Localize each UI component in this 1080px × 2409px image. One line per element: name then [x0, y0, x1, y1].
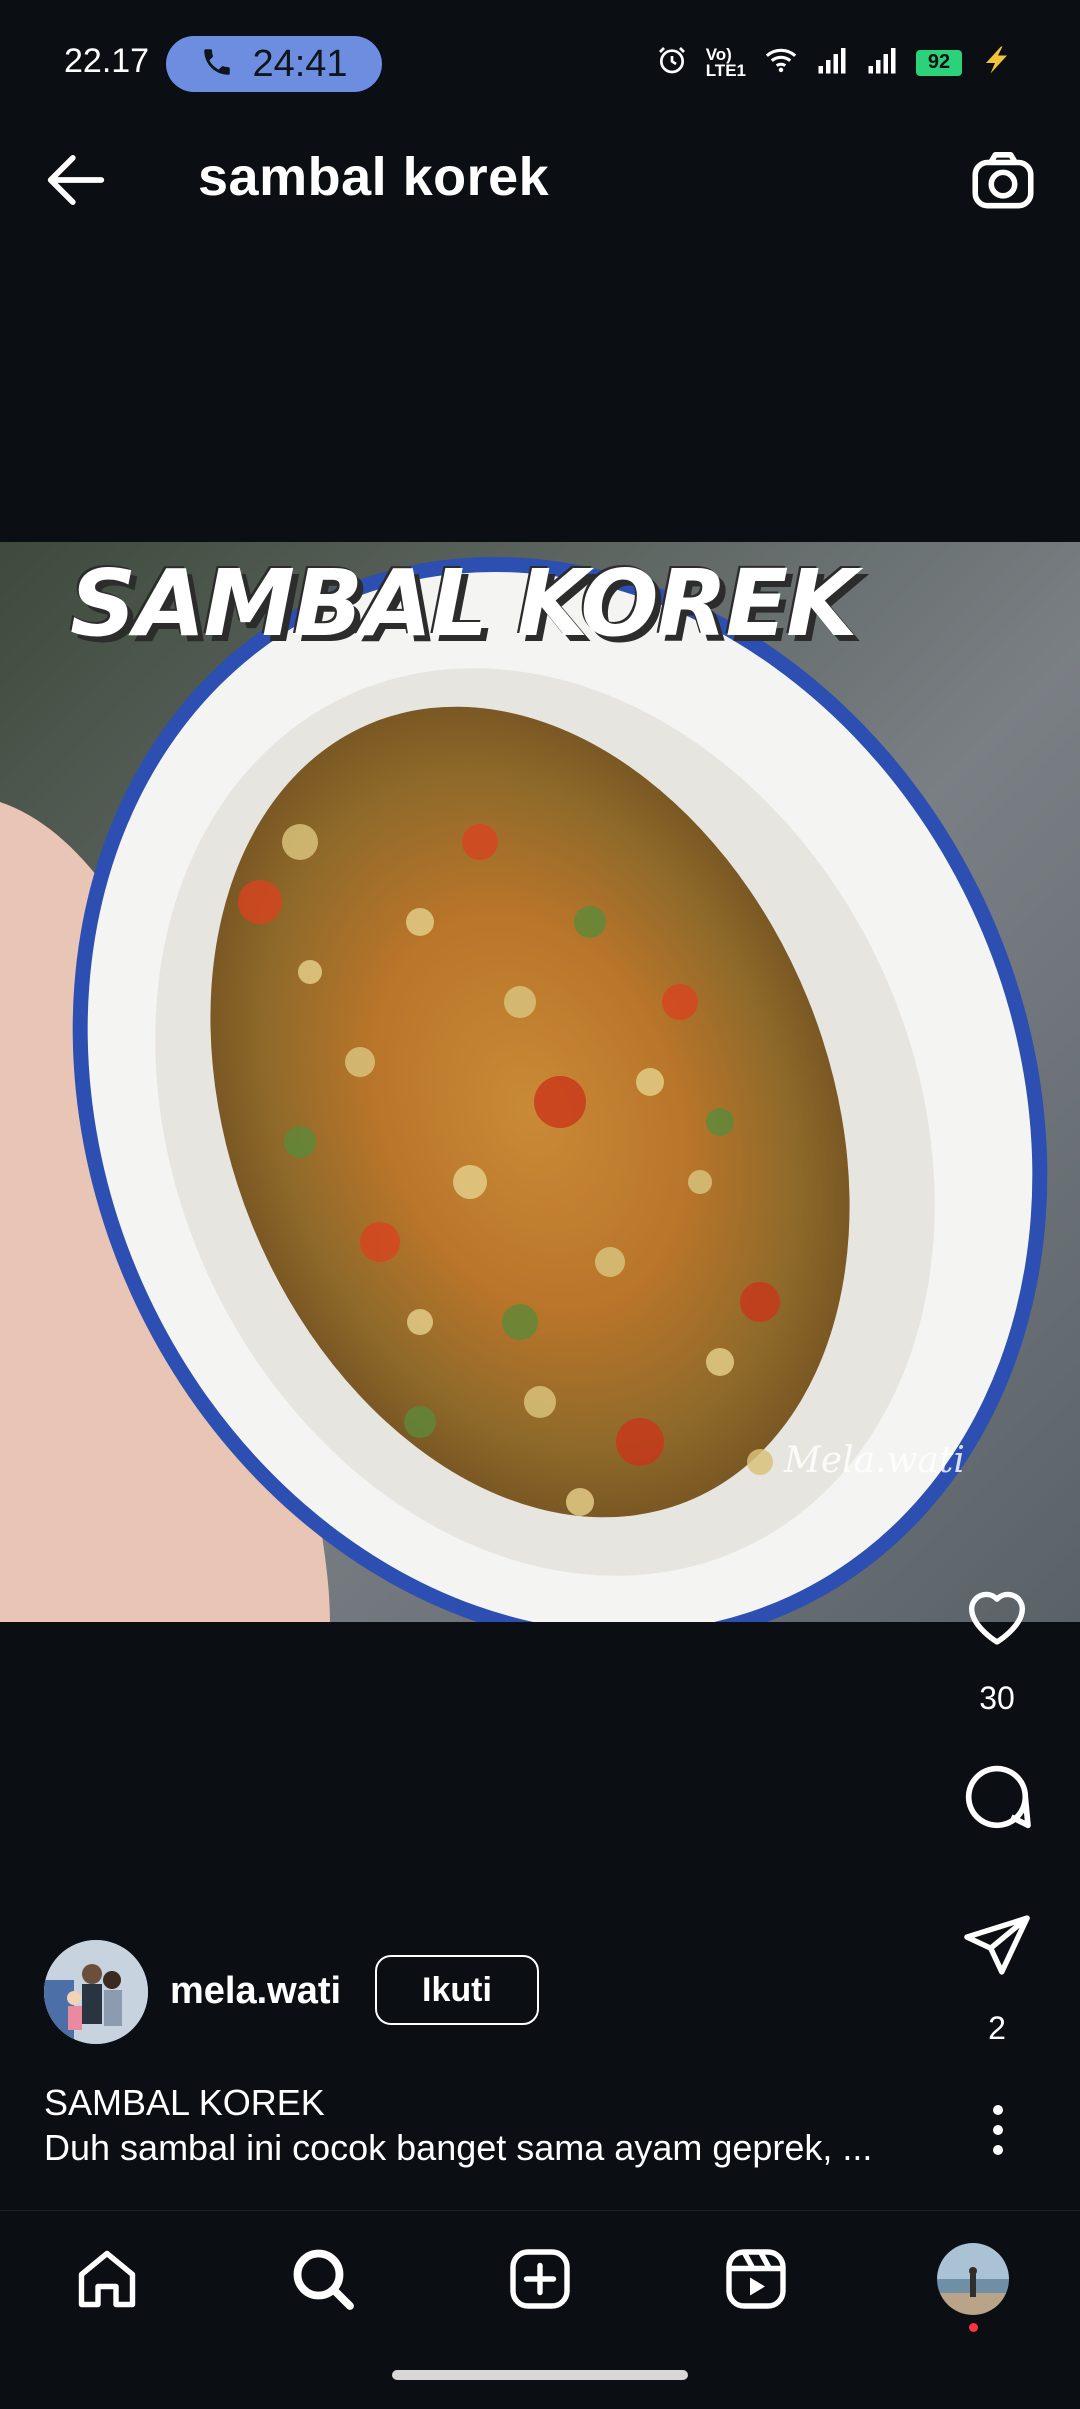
notification-dot — [969, 2323, 978, 2332]
image-watermark: Mela.wati — [784, 1440, 965, 1481]
top-app-bar: sambal korek — [0, 100, 1080, 255]
nav-profile[interactable] — [933, 2239, 1013, 2319]
share-button[interactable] — [959, 1907, 1035, 1988]
heart-icon — [968, 1591, 1026, 1645]
caption-text[interactable]: Duh sambal ini cocok banget sama ayam ge… — [44, 2127, 944, 2169]
send-icon — [964, 1915, 1030, 1975]
back-button[interactable] — [38, 142, 114, 218]
status-time: 22.17 — [64, 42, 150, 80]
caption-title: SAMBAL KOREK — [44, 2082, 325, 2123]
comment-action — [937, 1757, 1057, 1842]
nav-home[interactable] — [67, 2239, 147, 2319]
ongoing-call-pill[interactable]: 24:41 — [166, 36, 382, 92]
nav-reels[interactable] — [716, 2239, 796, 2319]
share-action: 2 — [937, 1907, 1057, 2047]
call-timer: 24:41 — [252, 42, 348, 85]
more-options-button[interactable] — [978, 2100, 1018, 2160]
charging-icon — [980, 45, 1016, 80]
phone-icon — [200, 45, 234, 84]
image-overlay-title: SAMBAL KOREK — [70, 550, 858, 657]
nav-create[interactable] — [500, 2239, 580, 2319]
profile-avatar — [937, 2243, 1009, 2315]
search-icon — [293, 2249, 354, 2310]
home-indicator[interactable] — [392, 2370, 688, 2380]
page-title: sambal korek — [198, 147, 550, 207]
camera-button[interactable] — [966, 144, 1040, 218]
add-post-icon — [510, 2249, 570, 2309]
nav-search[interactable] — [283, 2239, 363, 2319]
reels-icon — [726, 2249, 786, 2309]
comment-button[interactable] — [957, 1757, 1037, 1842]
lte-label: LTE1 — [705, 60, 746, 80]
battery-icon: 92 — [916, 49, 962, 76]
camera-icon — [972, 152, 1034, 209]
share-count: 2 — [988, 2010, 1006, 2046]
author-avatar[interactable] — [44, 1940, 148, 2044]
like-action: 30 — [937, 1577, 1057, 1717]
signal-icon — [816, 45, 848, 80]
signal-icon — [866, 45, 898, 80]
like-count: 30 — [979, 1680, 1015, 1716]
arrow-left-icon — [47, 154, 105, 206]
status-bar: 22.17 24:41 Vo) LTE1 92 — [0, 0, 1080, 100]
like-button[interactable] — [959, 1577, 1035, 1658]
author-avatar-image — [44, 1940, 148, 2044]
follow-button[interactable]: Ikuti — [375, 1955, 539, 2025]
wifi-icon — [764, 45, 798, 80]
more-vertical-icon — [993, 2105, 1003, 2155]
comment-icon — [965, 1765, 1031, 1829]
status-icons: Vo) LTE1 92 — [656, 44, 1016, 81]
alarm-icon — [656, 44, 688, 81]
author-username[interactable]: mela.wati — [170, 1970, 341, 2013]
network-type-label: Vo) LTE1 — [705, 46, 746, 80]
home-icon — [78, 2250, 136, 2308]
